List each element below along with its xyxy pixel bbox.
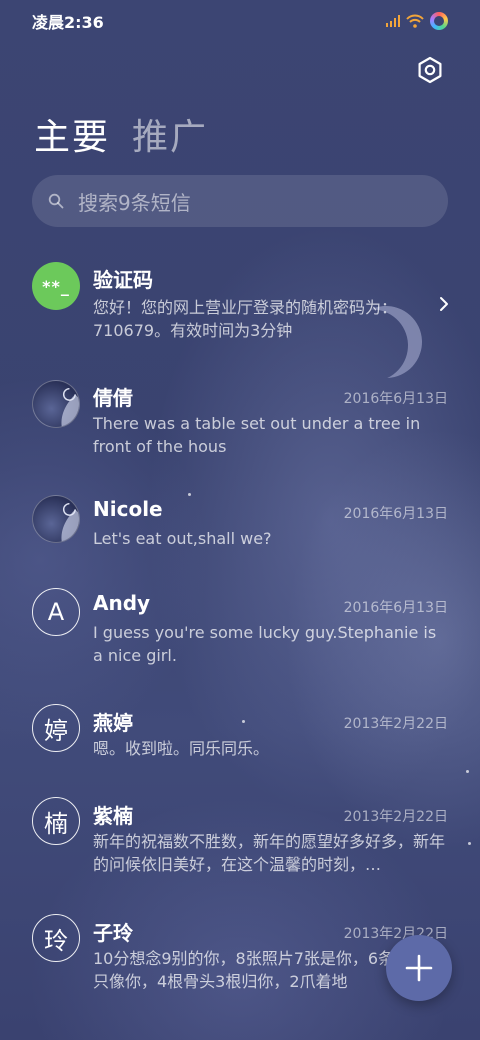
message-preview: Let's eat out,shall we? bbox=[93, 529, 272, 548]
message-date: 2013年2月22日 bbox=[343, 809, 448, 825]
message-item-verification[interactable]: **_ 验证码 您好！您的网上营业厅登录的随机密码为：710679。有效时间为3… bbox=[0, 258, 480, 358]
message-date: 2013年2月22日 bbox=[343, 716, 448, 732]
sender-name: Nicole bbox=[93, 497, 163, 521]
message-item-andy[interactable]: A Andy 2016年6月13日 I guess you're some lu… bbox=[0, 587, 480, 687]
tab-bar: 主要 推广 bbox=[34, 108, 208, 160]
message-date: 2016年6月13日 bbox=[343, 391, 448, 407]
message-preview: 您好！您的网上营业厅登录的随机密码为：710679。有效时间为3分钟 bbox=[93, 298, 398, 340]
avatar: **_ bbox=[32, 262, 80, 310]
search-icon bbox=[48, 193, 64, 209]
search-input[interactable]: 搜索9条短信 bbox=[78, 187, 191, 216]
signal-icon bbox=[386, 15, 400, 27]
avatar-photo-icon bbox=[61, 502, 79, 542]
message-date: 2016年6月13日 bbox=[343, 506, 448, 522]
message-preview: 新年的祝福数不胜数，新年的愿望好多好多，新年的问候依旧美好，在这个温馨的时刻，… bbox=[93, 832, 446, 874]
message-preview: There was a table set out under a tree i… bbox=[93, 414, 421, 456]
avatar: 楠 bbox=[32, 797, 80, 845]
wifi-icon bbox=[406, 14, 424, 28]
message-item-zinan[interactable]: 楠 紫楠 2013年2月22日 新年的祝福数不胜数，新年的愿望好多好多，新年的问… bbox=[0, 796, 480, 896]
avatar bbox=[32, 495, 80, 543]
avatar: A bbox=[32, 588, 80, 636]
sender-name: 验证码 bbox=[93, 268, 153, 292]
sender-name: 子玲 bbox=[93, 921, 133, 945]
avatar: 玲 bbox=[32, 914, 80, 962]
new-message-button[interactable] bbox=[386, 935, 452, 1001]
status-icons bbox=[386, 12, 448, 30]
status-bar: 凌晨2:36 bbox=[0, 0, 480, 42]
message-item-nicole[interactable]: Nicole 2016年6月13日 Let's eat out,shall we… bbox=[0, 493, 480, 573]
battery-ring-icon bbox=[430, 12, 448, 30]
tab-primary[interactable]: 主要 bbox=[34, 108, 110, 160]
sender-name: 倩倩 bbox=[93, 386, 133, 410]
sender-name: Andy bbox=[93, 591, 151, 615]
message-item-qianqian[interactable]: 倩倩 2016年6月13日 There was a table set out … bbox=[0, 376, 480, 476]
message-preview: I guess you're some lucky guy.Stephanie … bbox=[93, 623, 437, 665]
message-item-yanting[interactable]: 婷 燕婷 2013年2月22日 嗯。收到啦。同乐同乐。 bbox=[0, 703, 480, 783]
search-bar[interactable]: 搜索9条短信 bbox=[32, 175, 448, 227]
sender-name: 紫楠 bbox=[93, 804, 133, 828]
plus-icon bbox=[405, 954, 433, 982]
sender-name: 燕婷 bbox=[93, 711, 133, 735]
message-date: 2016年6月13日 bbox=[343, 600, 448, 616]
avatar bbox=[32, 380, 80, 428]
message-preview: 嗯。收到啦。同乐同乐。 bbox=[93, 739, 270, 758]
avatar-photo-icon bbox=[61, 387, 79, 427]
gear-icon[interactable] bbox=[416, 56, 444, 84]
tab-promotions[interactable]: 推广 bbox=[132, 108, 208, 160]
chevron-right-icon[interactable] bbox=[436, 296, 452, 312]
avatar: 婷 bbox=[32, 704, 80, 752]
status-time: 凌晨2:36 bbox=[32, 13, 104, 32]
